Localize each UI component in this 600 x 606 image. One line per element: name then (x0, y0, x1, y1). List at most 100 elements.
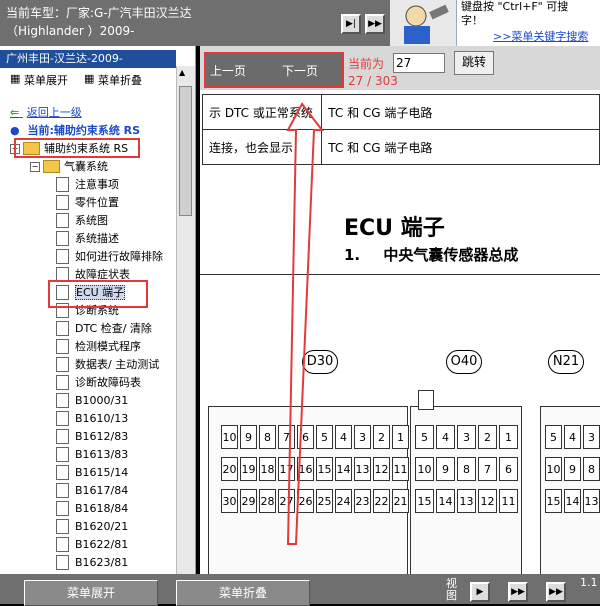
sidebar-item-label: 数据表/ 主动测试 (75, 358, 160, 371)
document-icon (56, 176, 69, 192)
highlight-box-ecu (48, 280, 148, 308)
sidebar-item-label: B1622/81 (75, 538, 129, 551)
sidebar-expand-button[interactable]: 菜单展开 (24, 72, 68, 88)
user-icon: ● (10, 124, 20, 137)
sidebar-item-label: B1623/81 (75, 556, 129, 569)
sidebar-item[interactable]: B1000/31 (56, 392, 128, 410)
sidebar-item[interactable]: 如何进行故障排除 (56, 248, 163, 266)
document-icon (56, 518, 69, 534)
sidebar-item[interactable]: 系统图 (56, 212, 108, 230)
scroll-up-icon[interactable]: ▲ (179, 68, 185, 77)
fast-forward-icon[interactable]: ▶▶ (546, 582, 566, 602)
footer-collapse-button[interactable]: 菜单折叠 (176, 580, 310, 606)
top-bar: 当前车型：厂家:G-广汽丰田汉兰达 （Highlander ）2009- ▶| … (0, 0, 600, 46)
document-icon (56, 410, 69, 426)
sidebar-item[interactable]: B1613/83 (56, 446, 128, 464)
sidebar-collapse-button[interactable]: 菜单折叠 (98, 72, 142, 88)
back-arrow-icon: ⇐ (10, 106, 20, 119)
tree-folder-label: 气囊系统 (64, 160, 108, 173)
collapse-toggle-icon[interactable]: − (30, 162, 40, 172)
document-content: 示 DTC 或正常系统 TC 和 CG 端子电路 连接，也会显示 TC 和 CG… (200, 90, 600, 574)
document-icon (56, 536, 69, 552)
document-icon (56, 338, 69, 354)
sidebar-item-label: B1615/14 (75, 466, 129, 479)
sidebar-item[interactable]: 检测模式程序 (56, 338, 141, 356)
sidebar-item[interactable]: 系统描述 (56, 230, 119, 248)
pager: 上一页 下一页 当前为 27 / 303 跳转 (200, 46, 600, 90)
sidebar-item[interactable]: B1617/84 (56, 482, 128, 500)
sidebar-item-label: B1613/83 (75, 448, 129, 461)
highlight-box-root (14, 138, 140, 158)
document-icon (56, 464, 69, 480)
prev-page-button[interactable]: 上一页 (210, 62, 246, 79)
sidebar-item[interactable]: 诊断故障码表 (56, 374, 141, 392)
document-icon (56, 230, 69, 246)
back-link[interactable]: ⇐ 返回上一级 (10, 104, 82, 122)
bottom-bar: 菜单展开 菜单折叠 视图 ▶ ▶▶ ▶▶ 1.1 (0, 574, 600, 606)
collapse-icon[interactable]: ▦ (84, 72, 94, 85)
view-label: 视图 (446, 577, 457, 602)
footer-expand-button[interactable]: 菜单展开 (24, 580, 158, 606)
sidebar-item[interactable]: B1622/81 (56, 536, 128, 554)
red-annotation-arrow (286, 102, 325, 545)
sidebar-item[interactable]: DTC 检查/ 清除 (56, 320, 152, 338)
folder-open-icon (43, 159, 60, 173)
document-icon (56, 356, 69, 372)
scroll-thumb[interactable] (179, 86, 192, 216)
back-label: 返回上一级 (26, 106, 82, 119)
last-nav-icon[interactable]: ▶▶ (365, 14, 385, 34)
document-icon (56, 248, 69, 264)
tree-folder[interactable]: − 气囊系统 (30, 158, 108, 176)
sidebar-item-label: B1000/31 (75, 394, 129, 407)
sidebar-item[interactable]: B1623/81 (56, 554, 128, 572)
document-icon (56, 446, 69, 462)
sidebar-item-label: B1612/83 (75, 430, 129, 443)
document-icon (56, 500, 69, 516)
sidebar-item[interactable]: B1612/83 (56, 428, 128, 446)
sidebar-item-label: DTC 检查/ 清除 (75, 322, 152, 335)
document-icon (56, 428, 69, 444)
sidebar-item-label: B1618/84 (75, 502, 129, 515)
document-icon (56, 194, 69, 210)
menu-keyword-search-link[interactable]: >>菜单关键字搜索 (493, 28, 588, 44)
step-icon[interactable]: ▶▶ (508, 582, 528, 602)
page-count: 27 / 303 (348, 74, 398, 88)
document-icon (56, 212, 69, 228)
document-icon (56, 320, 69, 336)
sidebar-item[interactable]: 数据表/ 主动测试 (56, 356, 159, 374)
play-icon[interactable]: ▶ (470, 582, 490, 602)
sidebar-item-label: 检测模式程序 (75, 340, 141, 353)
sidebar-item-label: 如何进行故障排除 (75, 250, 163, 263)
sidebar-item[interactable]: B1618/84 (56, 500, 128, 518)
sidebar-item[interactable]: 零件位置 (56, 194, 119, 212)
vehicle-model-line2: （Highlander ）2009- (6, 24, 135, 38)
next-nav-icon[interactable]: ▶| (341, 14, 361, 34)
sidebar-item-label: 诊断故障码表 (75, 376, 141, 389)
document-icon (56, 374, 69, 390)
current-location-label: 当前:辅助约束系统 RS (27, 124, 141, 137)
sidebar-title: 广州丰田-汉兰达-2009- (0, 50, 176, 68)
sidebar-item[interactable]: B1615/14 (56, 464, 128, 482)
sidebar: 广州丰田-汉兰达-2009- ▦ 菜单展开 ▦ 菜单折叠 ⇐ 返回上一级 ● 当… (0, 46, 196, 574)
document-icon (56, 554, 69, 570)
pager-nav-box: 上一页 下一页 (204, 52, 344, 88)
sidebar-item-label: 注意事项 (75, 178, 119, 191)
sidebar-item[interactable]: B1610/13 (56, 410, 128, 428)
sidebar-scrollbar[interactable]: ▲ (176, 66, 195, 574)
expand-icon[interactable]: ▦ (10, 72, 20, 85)
sidebar-item-label: B1610/13 (75, 412, 129, 425)
hint-text-2: 字！ (461, 14, 483, 27)
document-icon (56, 482, 69, 498)
vehicle-model-line1: 当前车型：厂家:G-广汽丰田汉兰达 (6, 6, 192, 20)
sidebar-item-label: B1620/21 (75, 520, 129, 533)
sidebar-item[interactable]: B1620/21 (56, 518, 128, 536)
jump-button[interactable]: 跳转 (454, 51, 494, 75)
next-page-button[interactable]: 下一页 (282, 62, 318, 79)
sidebar-item[interactable]: 注意事项 (56, 176, 119, 194)
sidebar-item-label: 零件位置 (75, 196, 119, 209)
page-number-input[interactable] (393, 53, 445, 73)
version-label: 1.1 (580, 576, 598, 589)
sidebar-item-label: B1617/84 (75, 484, 129, 497)
document-icon (56, 392, 69, 408)
search-hint: 键盘按 "Ctrl+F" 可搜 字！ >>菜单关键字搜索 (456, 0, 600, 46)
